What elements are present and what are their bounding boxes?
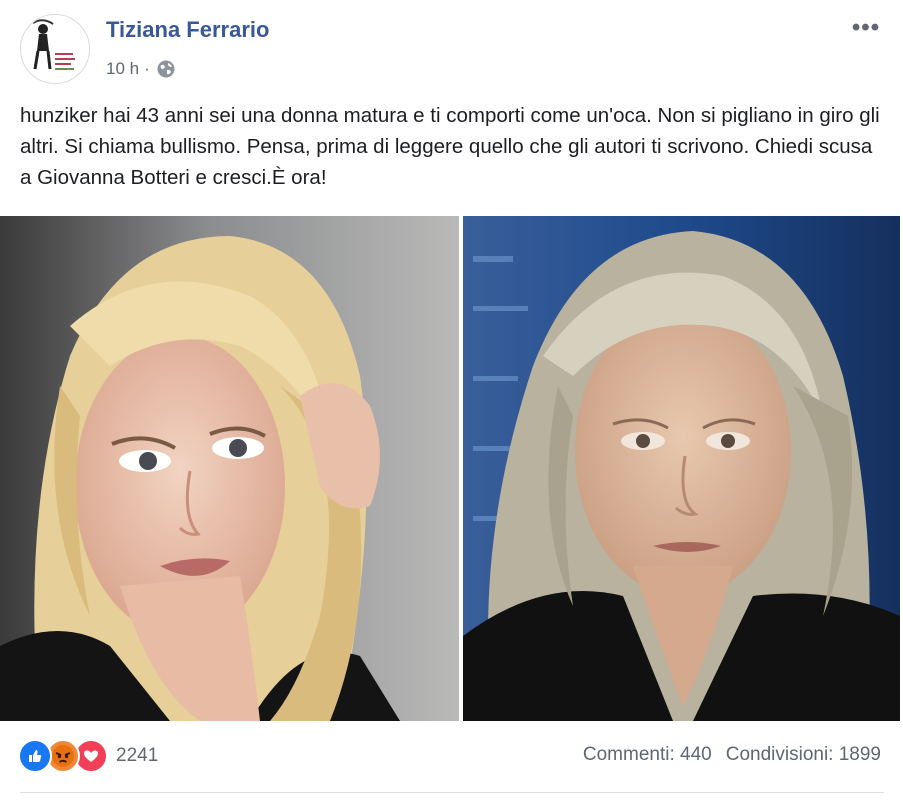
meta-separator: ·: [144, 59, 150, 78]
shares-count-link[interactable]: Condivisioni: 1899: [726, 744, 881, 766]
post-stats: Commenti: 440 Condivisioni: 1899: [583, 744, 881, 766]
post-text: hunziker hai 43 anni sei una donna matur…: [20, 104, 880, 189]
post-photos[interactable]: [0, 216, 903, 721]
like-reaction-icon[interactable]: [18, 739, 52, 773]
photo-left[interactable]: [0, 216, 459, 721]
footer-divider: [20, 792, 884, 793]
post-footer: 2241 Commenti: 440 Condivisioni: 1899: [0, 728, 903, 788]
post-header: Tiziana Ferrario 10 h · •••: [0, 0, 903, 92]
globe-icon[interactable]: [156, 59, 176, 79]
post-timestamp[interactable]: 10 h: [106, 59, 139, 79]
comments-count-link[interactable]: Commenti: 440: [583, 744, 712, 766]
reaction-count[interactable]: 2241: [116, 745, 158, 767]
more-options-button[interactable]: •••: [849, 14, 883, 41]
author-avatar[interactable]: [20, 14, 90, 84]
photo-right[interactable]: [463, 216, 900, 721]
reactions-summary[interactable]: 2241: [18, 738, 158, 774]
post-meta: 10 h ·: [106, 58, 176, 80]
author-name[interactable]: Tiziana Ferrario: [106, 17, 269, 43]
